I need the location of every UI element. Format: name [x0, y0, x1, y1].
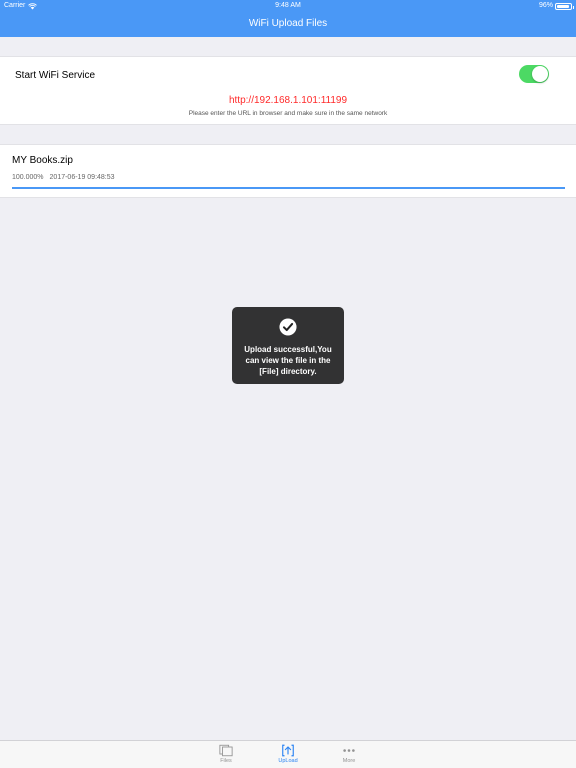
- tab-upload[interactable]: UpLoad: [268, 744, 308, 768]
- status-time: 9:48 AM: [275, 2, 301, 9]
- tab-bar: Files UpLoad More: [0, 740, 576, 768]
- network-hint: Please enter the URL in browser and make…: [188, 110, 388, 117]
- app-header: Carrier 9:48 AM 96% WiFi Upload Files: [0, 0, 576, 37]
- wifi-service-label: Start WiFi Service: [15, 70, 96, 81]
- page-title: WiFi Upload Files: [248, 18, 328, 29]
- tab-more[interactable]: More: [329, 744, 369, 768]
- wifi-service-panel: Start WiFi Service http://192.168.1.101:…: [0, 56, 576, 125]
- file-meta: 100.000% 2017-06-19 09:48:53: [12, 173, 115, 183]
- wifi-service-toggle[interactable]: [519, 65, 549, 83]
- progress-percent: 100.000%: [12, 174, 44, 181]
- battery-icon: [555, 2, 574, 10]
- battery-status: 96%: [538, 0, 574, 12]
- tab-files[interactable]: Files: [206, 744, 246, 768]
- upload-icon: [282, 744, 294, 757]
- tab-more-label: More: [342, 758, 356, 764]
- upload-progress-bar: [12, 187, 565, 189]
- upload-list-item: MY Books.zip 100.000% 2017-06-19 09:48:5…: [0, 144, 576, 198]
- upload-timestamp: 2017-06-19 09:48:53: [49, 174, 115, 181]
- files-icon: [219, 744, 233, 757]
- tab-files-label: Files: [220, 758, 232, 764]
- toast-message: Upload successful,You can view the file …: [244, 345, 332, 376]
- toggle-knob: [532, 66, 548, 82]
- file-name: MY Books.zip: [12, 155, 73, 166]
- battery-percentage: 96%: [538, 2, 553, 9]
- status-bar: Carrier 9:48 AM 96%: [0, 0, 576, 12]
- tab-upload-label: UpLoad: [278, 758, 298, 764]
- checkmark-circle-icon: [279, 318, 297, 336]
- upload-progress-fill: [12, 187, 565, 189]
- more-icon: [343, 749, 355, 752]
- server-url: http://192.168.1.101:11199: [228, 95, 348, 106]
- upload-success-toast: Upload successful,You can view the file …: [232, 307, 344, 384]
- battery-level-fill: [557, 4, 570, 8]
